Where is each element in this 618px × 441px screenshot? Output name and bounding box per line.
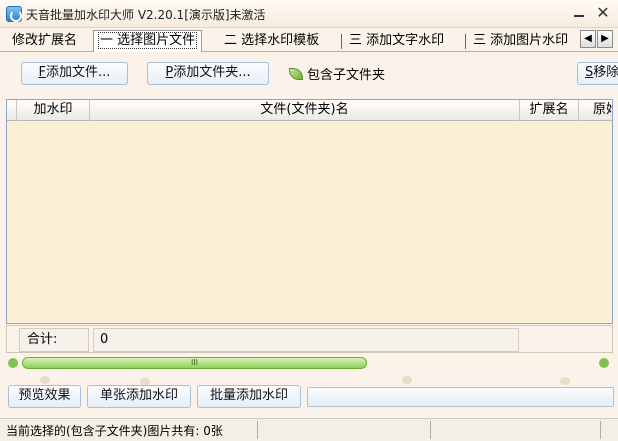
header-extension[interactable]: 扩展名 (520, 100, 579, 121)
add-file-label: 添加文件... (46, 65, 111, 80)
tab-select-images[interactable]: 一 选择图片文件 (93, 30, 203, 52)
app-logo-icon (6, 6, 22, 22)
include-subfolders-checkbox[interactable]: 包含子文件夹 (289, 64, 385, 83)
total-row: 合计: 0 (6, 325, 613, 353)
tab-strip: 修改扩展名 一 选择图片文件 二 选择水印模板 三 添加文字水印 三 添加图片水… (0, 30, 618, 52)
header-rownum (7, 100, 17, 121)
minimize-button[interactable] (568, 4, 590, 22)
add-folder-button[interactable]: P添加文件夹... (147, 62, 269, 85)
status-divider (430, 421, 431, 439)
total-value: 0 (93, 328, 519, 352)
file-table[interactable]: 加水印 文件(文件夹)名 扩展名 原始 (6, 99, 613, 324)
paw-decoration-icon (40, 376, 50, 384)
tab-scroll-left-icon[interactable]: ◀ (580, 30, 596, 48)
status-bar: 当前选择的(包含子文件夹)图片共有: 0张 (0, 418, 618, 441)
status-divider (600, 421, 601, 439)
tab-select-template[interactable]: 二 选择水印模板 (220, 31, 323, 52)
tab-separator (341, 34, 342, 49)
table-header: 加水印 文件(文件夹)名 扩展名 原始 (7, 100, 612, 121)
add-file-button[interactable]: F添加文件... (21, 62, 128, 85)
status-text: 当前选择的(包含子文件夹)图片共有: 0张 (6, 424, 223, 438)
add-file-hotkey: F (38, 65, 47, 80)
tab-rename-extension[interactable]: 修改扩展名 (8, 31, 81, 52)
tab-add-image-watermark[interactable]: 三 添加图片水印 (469, 31, 579, 52)
tab-separator (465, 34, 466, 49)
header-watermark[interactable]: 加水印 (17, 100, 90, 121)
leaf-check-icon (289, 68, 303, 80)
single-watermark-button[interactable]: 单张添加水印 (87, 385, 191, 408)
status-divider (257, 421, 258, 439)
close-button[interactable]: ✕ (592, 4, 614, 22)
include-subfolders-label: 包含子文件夹 (307, 68, 386, 83)
paw-decoration-icon (560, 377, 570, 385)
progress-bar (307, 387, 614, 407)
remove-label: 移除 (593, 65, 618, 80)
header-original[interactable]: 原始 (579, 100, 612, 121)
preview-button[interactable]: 预览效果 (8, 385, 81, 408)
scroll-thumb[interactable]: III (22, 357, 367, 369)
header-filename[interactable]: 文件(文件夹)名 (90, 100, 520, 121)
tab-scroll-right-icon[interactable]: ▶ (597, 30, 613, 48)
horizontal-scrollbar[interactable]: III (7, 356, 611, 370)
paw-decoration-icon (402, 376, 412, 384)
scroll-right-icon[interactable] (599, 358, 609, 368)
total-label: 合计: (19, 328, 89, 352)
title-bar: 天音批量加水印大师 V2.20.1[演示版]未激活 ✕ (0, 0, 618, 28)
tab-select-images-label: 一 选择图片文件 (98, 32, 198, 49)
scroll-left-icon[interactable] (8, 358, 18, 368)
window-title: 天音批量加水印大师 V2.20.1[演示版]未激活 (26, 8, 266, 22)
remove-button[interactable]: S移除 (577, 62, 618, 85)
add-folder-label: 添加文件夹... (173, 65, 251, 80)
batch-watermark-button[interactable]: 批量添加水印 (197, 385, 301, 408)
tab-add-text-watermark[interactable]: 三 添加文字水印 (345, 31, 448, 52)
